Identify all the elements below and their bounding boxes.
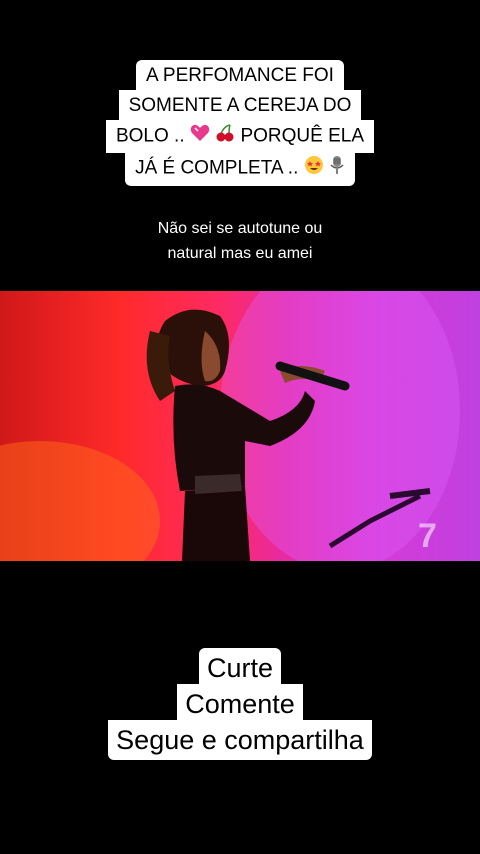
caption-line-4: JÁ É COMPLETA .. [125, 151, 355, 186]
heart-icon [190, 124, 210, 149]
microphone-icon [329, 155, 345, 182]
star-struck-icon [304, 155, 324, 182]
cta-line-3: Segue e compartilha [108, 720, 372, 760]
caption-line-4-text: JÁ É COMPLETA .. [135, 157, 299, 179]
subtitle-line-2: natural mas eu amei [167, 245, 313, 262]
cta-line-1: Curte [198, 648, 282, 688]
call-to-action-box: Curte Comente Segue e compartilha [0, 648, 480, 760]
channel-7-logo: 7 [418, 517, 437, 555]
video-frame[interactable]: 7 [0, 291, 480, 561]
caption-line-3-text: BOLO .. [115, 125, 185, 147]
caption-line-1: A PERFOMANCE FOI [136, 60, 344, 92]
svg-text:7: 7 [418, 517, 437, 555]
cherry-icon [215, 124, 235, 149]
subtitle: Não sei se autotune ou natural mas eu am… [0, 216, 480, 266]
caption-line-3b-text: PORQUÊ ELA [240, 125, 365, 147]
singer-illustration: 7 [0, 291, 460, 561]
cta-line-2: Comente [177, 684, 303, 724]
caption-line-2: SOMENTE A CEREJA DO [118, 90, 362, 122]
caption-line-3: BOLO .. PORQUÊ ELA [105, 120, 375, 153]
caption-box: A PERFOMANCE FOI SOMENTE A CEREJA DO BOL… [0, 60, 480, 186]
subtitle-line-1: Não sei se autotune ou [157, 220, 323, 237]
